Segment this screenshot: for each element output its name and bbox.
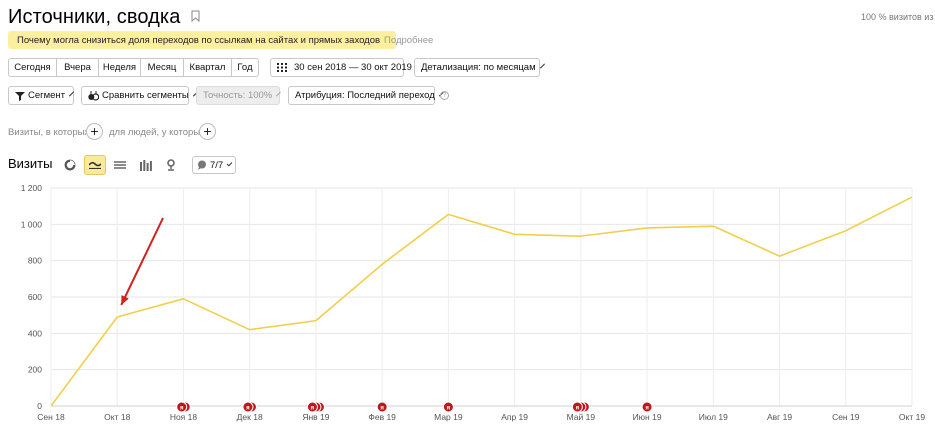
page-title: Источники, сводка [8, 5, 200, 29]
segment-filter-icon [15, 91, 25, 101]
period-week-button[interactable]: Неделя [99, 58, 141, 77]
calendar-icon [277, 63, 287, 72]
period-year-button[interactable]: Год [232, 58, 259, 77]
notice-banner: Почему могла снизиться доля переходов по… [8, 31, 433, 49]
chevron-down-icon [539, 63, 545, 69]
annotation-marker-letter: я [576, 406, 580, 412]
bookmark-icon[interactable] [191, 5, 200, 28]
chart-grid [50, 187, 913, 407]
notice-text: Почему могла снизиться доля переходов по… [17, 35, 381, 46]
attribution-dropdown[interactable]: Атрибуция: Последний переход [288, 86, 444, 105]
chevron-down-icon [226, 160, 233, 167]
annotation-arrow [120, 217, 164, 306]
y-tick-label: 1 000 [21, 219, 43, 229]
x-tick-label: Сен 18 [37, 412, 65, 422]
add-visits-filter-button[interactable]: + [86, 123, 103, 140]
period-quarter-button[interactable]: Квартал [184, 58, 232, 77]
page-title-text: Источники, сводка [8, 6, 181, 28]
y-tick-label: 800 [28, 256, 42, 266]
detail-label: Детализация: по месяцам [421, 62, 536, 73]
annotation-marker-letter: я [246, 406, 250, 412]
segment-label: Сегмент [28, 90, 66, 101]
date-range-button[interactable]: 30 сен 2018 — 30 окт 2019 [270, 58, 412, 77]
y-tick-label: 0 [37, 401, 42, 411]
y-tick-label: 1 200 [21, 183, 43, 193]
add-people-filter-button[interactable]: + [199, 123, 216, 140]
accuracy-label: Точность: 100% [203, 90, 273, 101]
notice-more-link[interactable]: Подробнее [384, 35, 433, 46]
arrow-shaft [120, 217, 164, 306]
y-axis-ticks: 0 200 400 600 800 1 000 1 200 [21, 183, 43, 411]
x-tick-label: Окт 18 [104, 412, 130, 422]
x-tick-label: Июл 19 [699, 412, 728, 422]
compare-icon [88, 90, 99, 101]
series-line [50, 196, 913, 407]
y-tick-label: 600 [28, 292, 42, 302]
x-tick-label: Янв 19 [302, 412, 329, 422]
attribution-label: Атрибуция: Последний переход [295, 90, 435, 101]
accuracy-dropdown[interactable]: Точность: 100% [196, 86, 282, 105]
map-pin-icon[interactable] [161, 155, 181, 175]
visits-percentage: 100 % визитов из 52 [861, 12, 935, 22]
chevron-down-icon [69, 91, 75, 97]
x-tick-label: Дек 18 [237, 412, 263, 422]
annotation-marker-letter: я [380, 406, 384, 412]
date-range-label: 30 сен 2018 — 30 окт 2019 [294, 62, 412, 73]
annotation-marker-letter: я [311, 406, 315, 412]
x-tick-label: Мар 19 [434, 412, 463, 422]
annotation-marker-letter: я [180, 406, 184, 412]
bar-chart-icon[interactable] [136, 155, 156, 175]
section-title: Визиты [8, 156, 53, 171]
x-axis-ticks: Сен 18 Окт 18 Ноя 18 Дек 18 Янв 19 Фев 19 Мар … [37, 412, 925, 422]
compare-label: Сравнить сегменты [102, 90, 189, 101]
pie-chart-icon[interactable] [60, 155, 80, 175]
x-tick-label: Сен 19 [832, 412, 860, 422]
x-tick-label: Фев 19 [368, 412, 396, 422]
x-tick-label: Ноя 18 [170, 412, 198, 422]
annotation-marker-letter: я [645, 406, 649, 412]
period-today-button[interactable]: Сегодня [8, 58, 57, 77]
x-tick-label: Июн 19 [633, 412, 662, 422]
filter-people-label: для людей, у которых [109, 127, 205, 138]
y-tick-label: 200 [28, 365, 42, 375]
x-tick-label: Окт 19 [899, 412, 925, 422]
x-tick-label: Май 19 [567, 412, 596, 422]
series-lines [50, 196, 913, 407]
period-yesterday-button[interactable]: Вчера [57, 58, 99, 77]
area-chart-icon[interactable] [110, 155, 130, 175]
comment-icon [197, 160, 207, 170]
y-tick-label: 400 [28, 328, 42, 338]
compare-segments-dropdown[interactable]: Сравнить сегменты [81, 86, 198, 105]
x-tick-label: Авг 19 [767, 412, 792, 422]
line-chart-icon[interactable] [84, 155, 106, 175]
filter-visits-label: Визиты, в которых [8, 127, 90, 138]
annotation-markers: яяяяяяя [176, 401, 653, 413]
visits-line-chart: 0 200 400 600 800 1 000 1 200 Сен 18 Окт 18 Ноя … [21, 183, 926, 422]
series-selector-dropdown[interactable]: 7/7 [192, 156, 236, 174]
help-icon[interactable]: ? [440, 91, 449, 100]
detail-dropdown[interactable]: Детализация: по месяцам [414, 58, 545, 77]
period-month-button[interactable]: Месяц [141, 58, 184, 77]
segment-dropdown[interactable]: Сегмент [8, 86, 75, 105]
x-tick-label: Апр 19 [501, 412, 528, 422]
series-count: 7/7 [210, 159, 224, 171]
annotation-marker-letter: я [447, 406, 451, 412]
chevron-down-icon [276, 91, 282, 97]
